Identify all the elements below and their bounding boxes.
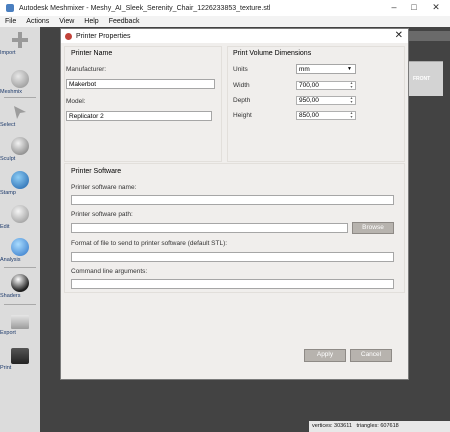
tool-label: Sculpt (0, 156, 16, 162)
model-field[interactable]: Replicator 2 (66, 111, 212, 121)
shaders-sphere-icon (11, 274, 29, 292)
dialog-title: Printer Properties (76, 32, 131, 40)
file-format-label: Format of file to send to printer softwa… (71, 240, 228, 247)
tool-label: Import (0, 50, 16, 56)
sidebar-divider (4, 304, 36, 305)
software-path-field[interactable] (71, 223, 348, 233)
tool-sculpt[interactable]: Sculpt (0, 137, 40, 162)
status-bar: vertices: 303611 triangles: 607618 (309, 421, 450, 432)
menu-view[interactable]: View (54, 18, 79, 25)
tool-label: Print (0, 365, 12, 371)
printer-name-group (64, 46, 222, 162)
height-label: Height (233, 112, 252, 119)
software-name-field[interactable] (71, 195, 394, 205)
command-args-field[interactable] (71, 279, 394, 289)
tool-print[interactable]: Print (0, 348, 40, 371)
vertex-count: vertices: 303611 (312, 423, 352, 429)
sidebar-divider (4, 267, 36, 268)
stamp-icon (11, 171, 29, 189)
cancel-button[interactable]: Cancel (350, 349, 392, 362)
apply-button[interactable]: Apply (304, 349, 346, 362)
menubar: File Actions View Help Feedback (0, 16, 450, 27)
tool-label: Edit (0, 224, 10, 230)
select-arrow-icon (11, 103, 29, 121)
viewcube-top (404, 31, 450, 41)
menu-actions[interactable]: Actions (21, 18, 54, 25)
file-format-field[interactable] (71, 252, 394, 262)
print-volume-heading: Print Volume Dimensions (233, 50, 312, 57)
tool-analysis[interactable]: Analysis (0, 238, 40, 263)
meshmix-icon (11, 70, 29, 88)
meshmixer-app-icon (65, 32, 72, 40)
minimize-icon[interactable]: – (383, 0, 405, 16)
units-value: mm (299, 66, 310, 73)
tool-label: Analysis (0, 257, 21, 263)
height-spinbox[interactable]: 850,00 ▲ ▼ (296, 111, 356, 120)
tool-meshmix[interactable]: Meshmix (0, 70, 40, 95)
tool-select[interactable]: Select (0, 103, 40, 128)
menu-file[interactable]: File (0, 18, 21, 25)
tool-stamp[interactable]: Stamp (0, 171, 40, 196)
menu-help[interactable]: Help (79, 18, 103, 25)
depth-label: Depth (233, 97, 251, 104)
triangle-count: triangles: 607618 (356, 423, 399, 429)
analysis-icon (11, 238, 29, 256)
model-label: Model: (66, 98, 86, 105)
dialog-close-icon[interactable]: ✕ (395, 30, 403, 42)
close-icon[interactable]: ✕ (425, 0, 447, 16)
edit-icon (11, 205, 29, 223)
tool-edit[interactable]: Edit (0, 205, 40, 230)
depth-value: 950,00 (299, 97, 319, 104)
tool-shaders[interactable]: Shaders (0, 274, 40, 299)
software-name-label: Printer software name: (71, 184, 137, 191)
export-icon (11, 315, 29, 329)
viewcube-front-label: FRONT (413, 76, 431, 82)
dialog-titlebar: Printer Properties ✕ (61, 29, 408, 43)
print-icon (11, 348, 29, 364)
tool-label: Shaders (0, 293, 21, 299)
units-label: Units (233, 66, 248, 73)
chevron-down-icon: ▼ (347, 66, 352, 72)
spin-arrows-icon[interactable]: ▲ ▼ (348, 81, 355, 89)
tool-label: Stamp (0, 190, 16, 196)
printer-properties-dialog: Printer Properties ✕ Printer Name Manufa… (60, 28, 409, 380)
width-value: 700,00 (299, 82, 319, 89)
tool-import[interactable]: Import (0, 31, 40, 56)
tool-label: Export (0, 330, 16, 336)
plus-icon (11, 31, 29, 49)
viewcube[interactable]: FRONT (406, 61, 443, 96)
menu-feedback[interactable]: Feedback (104, 18, 145, 25)
spin-arrows-icon[interactable]: ▲ ▼ (348, 111, 355, 119)
sidebar-divider (4, 97, 36, 98)
width-label: Width (233, 82, 250, 89)
tool-label: Meshmix (0, 89, 23, 95)
software-path-label: Printer software path: (71, 211, 133, 218)
manufacturer-label: Manufacturer: (66, 66, 107, 73)
brush-icon (11, 137, 29, 155)
window-title: Autodesk Meshmixer - Meshy_AI_Sleek_Sere… (19, 4, 271, 12)
tool-sidebar: Import Meshmix Select Sculpt Stamp Edit … (0, 27, 40, 432)
tool-export[interactable]: Export (0, 315, 40, 336)
tool-label: Select (0, 122, 16, 128)
width-spinbox[interactable]: 700,00 ▲ ▼ (296, 81, 356, 90)
meshmixer-logo-icon (6, 4, 14, 12)
height-value: 850,00 (299, 112, 319, 119)
spin-arrows-icon[interactable]: ▲ ▼ (348, 96, 355, 104)
depth-spinbox[interactable]: 950,00 ▲ ▼ (296, 96, 356, 105)
maximize-icon[interactable]: □ (403, 0, 425, 16)
units-select[interactable]: mm ▼ (296, 64, 356, 74)
printer-software-heading: Printer Software (71, 168, 122, 175)
command-args-label: Command line arguments: (71, 268, 148, 275)
browse-button[interactable]: Browse (352, 222, 394, 234)
printer-name-heading: Printer Name (71, 50, 113, 57)
manufacturer-field[interactable]: Makerbot (66, 79, 215, 89)
